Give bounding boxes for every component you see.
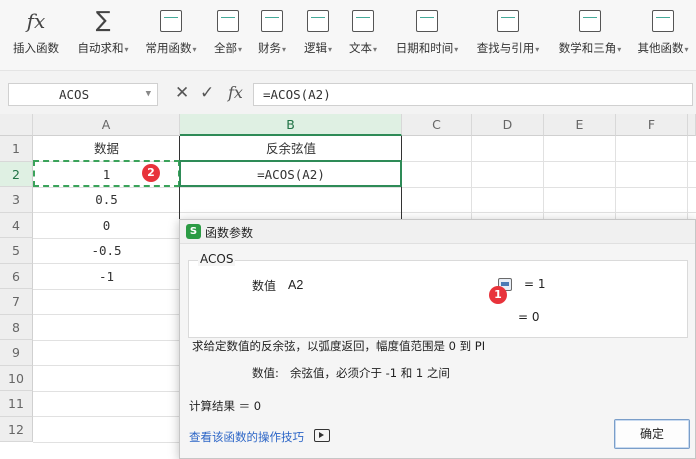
formula-input[interactable]: =ACOS(A2) — [253, 83, 693, 106]
argument-evaluated-value: = 1 — [524, 277, 546, 291]
cancel-formula-icon[interactable]: ✕ — [175, 83, 189, 103]
lookup-reference-button[interactable]: 查找与引用▾ — [470, 6, 546, 62]
text-functions-button[interactable]: 文本▾ — [343, 6, 383, 62]
function-description: 求给定数值的反余弦，以弧度返回，幅度值范围是 0 到 PI — [192, 339, 486, 353]
date-time-label: 日期和时间 — [395, 41, 454, 55]
number-argument-input[interactable]: A2 — [283, 274, 515, 296]
step-badge-1: 1 — [489, 286, 507, 304]
insert-function-label: 插入函数 — [13, 41, 59, 55]
formula-bar: ACOS ▼ ✕ ✓ fx =ACOS(A2) — [0, 70, 696, 114]
column-header-d[interactable]: D — [472, 114, 544, 136]
math-icon — [579, 10, 601, 32]
active-cell-border — [179, 160, 402, 187]
question-icon — [307, 10, 329, 32]
wps-logo-icon: S — [186, 224, 201, 239]
fx-box-icon — [217, 10, 239, 32]
row-header-12[interactable]: 12 — [0, 416, 33, 442]
math-trig-label: 数学和三角 — [558, 41, 617, 55]
common-functions-button[interactable]: 常用函数▾ — [140, 6, 202, 62]
argument-label: 数值 — [252, 279, 277, 293]
row-header-6[interactable]: 6 — [0, 263, 33, 289]
confirm-formula-icon[interactable]: ✓ — [200, 83, 214, 103]
text-functions-label: 文本 — [348, 41, 372, 55]
dialog-titlebar[interactable]: S 函数参数 — [180, 220, 695, 244]
name-box[interactable]: ACOS ▼ — [8, 83, 158, 106]
date-time-button[interactable]: 日期和时间▾ — [390, 6, 464, 62]
row-header-8[interactable]: 8 — [0, 314, 33, 340]
other-functions-label: 其他函数 — [637, 41, 684, 55]
fx-icon: fx — [26, 9, 46, 33]
all-functions-button[interactable]: 全部▾ — [208, 6, 248, 62]
row-header-2[interactable]: 2 — [0, 161, 33, 187]
row-header-10[interactable]: 10 — [0, 365, 33, 391]
yen-icon — [261, 10, 283, 32]
cell-a6[interactable]: -1 — [33, 264, 180, 289]
row-header-5[interactable]: 5 — [0, 238, 33, 264]
common-functions-label: 常用函数 — [145, 41, 192, 55]
cell-a3[interactable]: 0.5 — [33, 187, 180, 212]
arguments-group — [188, 260, 688, 338]
sigma-icon: ∑ — [95, 8, 111, 33]
argument-description-label: 数值: — [252, 366, 279, 380]
dialog-title: 函数参数 — [205, 226, 254, 240]
argument-description: 余弦值，必须介于 -1 和 1 之间 — [290, 366, 450, 380]
row-header-7[interactable]: 7 — [0, 289, 33, 315]
select-all-corner[interactable] — [0, 114, 33, 136]
step-badge-2: 2 — [142, 164, 160, 182]
ok-button[interactable]: 确定 — [614, 419, 690, 449]
text-a-icon — [352, 10, 374, 32]
fx-icon[interactable]: fx — [228, 83, 243, 102]
autosum-label: 自动求和 — [77, 41, 124, 55]
cell-b1[interactable]: 反余弦值 — [180, 136, 402, 161]
star-fx-icon — [160, 10, 182, 32]
row-header-9[interactable]: 9 — [0, 340, 33, 366]
column-header-g[interactable] — [688, 114, 696, 136]
math-trig-button[interactable]: 数学和三角▾ — [552, 6, 628, 62]
clock-icon — [416, 10, 438, 32]
chevron-down-icon[interactable]: ▼ — [146, 84, 151, 105]
row-header-3[interactable]: 3 — [0, 187, 33, 213]
name-box-value: ACOS — [59, 87, 90, 102]
function-tips-link[interactable]: 查看该函数的操作技巧 — [189, 429, 304, 445]
video-icon[interactable] — [314, 429, 330, 442]
column-header-f[interactable]: F — [616, 114, 688, 136]
search-doc-icon — [497, 10, 519, 32]
lookup-reference-label: 查找与引用 — [476, 41, 535, 55]
autosum-button[interactable]: ∑ 自动求和▾ — [70, 6, 136, 62]
financial-button[interactable]: 财务▾ — [252, 6, 292, 62]
column-header-a[interactable]: A — [33, 114, 180, 136]
function-ribbon: fx 插入函数 ∑ 自动求和▾ 常用函数▾ 全部▾ 财务▾ 逻辑▾ 文本▾ 日期… — [0, 0, 696, 70]
insert-function-button[interactable]: fx 插入函数 — [6, 6, 66, 62]
more-functions-icon — [652, 10, 674, 32]
cell-a4[interactable]: 0 — [33, 213, 180, 238]
column-header-c[interactable]: C — [402, 114, 472, 136]
function-arguments-dialog: S 函数参数 ACOS 数值 A2 = 1 = 0 求给定数值的反余弦，以弧度返… — [179, 219, 696, 459]
row-header-11[interactable]: 11 — [0, 391, 33, 417]
logical-label: 逻辑 — [303, 41, 327, 55]
other-functions-button[interactable]: 其他函数▾ — [632, 6, 694, 62]
financial-label: 财务 — [257, 41, 281, 55]
column-header-e[interactable]: E — [544, 114, 616, 136]
cell-a5[interactable]: -0.5 — [33, 238, 180, 263]
column-header-b[interactable]: B — [180, 114, 402, 136]
logical-button[interactable]: 逻辑▾ — [298, 6, 338, 62]
row-header-4[interactable]: 4 — [0, 212, 33, 238]
all-functions-label: 全部 — [213, 41, 237, 55]
cell-a1[interactable]: 数据 — [33, 136, 180, 161]
row-header-1[interactable]: 1 — [0, 136, 33, 162]
calculation-result: 计算结果 ＝ 0 — [189, 399, 262, 413]
function-name: ACOS — [198, 252, 236, 266]
function-result-preview: = 0 — [518, 310, 540, 324]
